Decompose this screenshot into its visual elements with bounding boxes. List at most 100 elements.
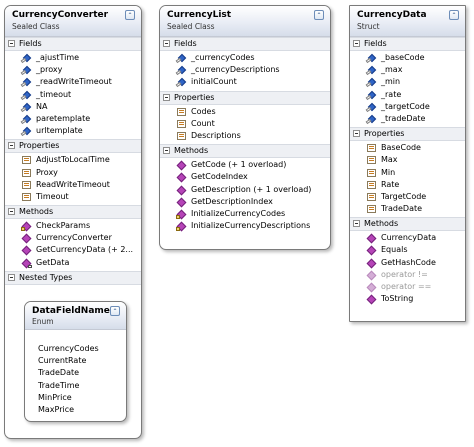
- field-name: urltemplate: [36, 126, 83, 136]
- method-internal-icon: [21, 259, 33, 268]
- minus-box-icon[interactable]: [8, 208, 15, 216]
- field-name: NA: [36, 101, 48, 111]
- field-item[interactable]: urltemplate: [5, 125, 141, 137]
- field-item[interactable]: NA: [5, 101, 141, 113]
- field-lock-icon: [21, 103, 33, 112]
- field-item[interactable]: _ajustTime: [5, 52, 141, 64]
- field-item[interactable]: _rate: [350, 89, 465, 101]
- method-item[interactable]: CheckParams: [5, 220, 141, 232]
- minus-box-icon[interactable]: [163, 93, 170, 101]
- section-fields[interactable]: Fields: [160, 37, 330, 51]
- property-item[interactable]: Max: [350, 154, 465, 166]
- method-item[interactable]: GetCode (+ 1 overload): [160, 159, 330, 171]
- method-item[interactable]: GetCodeIndex: [160, 171, 330, 183]
- field-item[interactable]: _min: [350, 76, 465, 88]
- method-item[interactable]: GetHashCode: [350, 257, 465, 269]
- field-item[interactable]: _timeout: [5, 89, 141, 101]
- section-methods[interactable]: Methods: [5, 205, 141, 220]
- field-item[interactable]: _readWriteTimeout: [5, 76, 141, 88]
- field-item[interactable]: _targetCode: [350, 101, 465, 113]
- enum-value[interactable]: MinPrice: [25, 392, 126, 404]
- method-private-icon: [21, 222, 33, 232]
- property-item[interactable]: TargetCode: [350, 191, 465, 203]
- method-private-icon: [176, 222, 188, 232]
- method-item-operator[interactable]: operator ==: [350, 281, 465, 293]
- method-icon: [176, 161, 188, 170]
- property-item[interactable]: ReadWriteTimeout: [5, 179, 141, 191]
- method-item[interactable]: CurrencyConverter: [5, 232, 141, 244]
- method-item[interactable]: GetDescriptionIndex: [160, 196, 330, 208]
- property-icon: [366, 144, 378, 153]
- section-properties[interactable]: Properties: [350, 127, 465, 142]
- field-item[interactable]: _max: [350, 64, 465, 76]
- collapse-double-chevron-icon[interactable]: ⌃: [314, 10, 324, 20]
- field-item[interactable]: _tradeDate: [350, 113, 465, 125]
- minus-box-icon[interactable]: [8, 273, 15, 281]
- method-item[interactable]: GetDescription (+ 1 overload): [160, 184, 330, 196]
- enum-value[interactable]: TradeTime: [25, 380, 126, 392]
- enum-value[interactable]: TradeDate: [25, 367, 126, 379]
- method-item[interactable]: GetData: [5, 257, 141, 269]
- enum-value[interactable]: CurrencyCodes: [25, 343, 126, 355]
- method-item[interactable]: ToString: [350, 293, 465, 305]
- field-item[interactable]: paretemplate: [5, 113, 141, 125]
- method-item[interactable]: GetCurrencyData (+ 2...: [5, 244, 141, 256]
- method-item[interactable]: CurrencyData: [350, 232, 465, 244]
- section-nested-types[interactable]: Nested Types: [5, 270, 141, 285]
- field-lock-icon: [21, 115, 33, 124]
- enum-header[interactable]: DataFieldNames Enum ⌃: [25, 302, 126, 330]
- property-item[interactable]: Codes: [160, 106, 330, 118]
- method-item[interactable]: InitializeCurrencyDescriptions: [160, 220, 330, 232]
- method-operator-icon: [366, 271, 378, 280]
- property-item[interactable]: Rate: [350, 179, 465, 191]
- section-methods[interactable]: Methods: [350, 217, 465, 232]
- minus-box-icon[interactable]: [353, 40, 360, 47]
- method-item-operator[interactable]: operator !=: [350, 269, 465, 281]
- minus-box-icon[interactable]: [163, 40, 170, 47]
- field-name: _currencyDescriptions: [191, 65, 280, 75]
- struct-header[interactable]: CurrencyData Struct ⌃: [350, 6, 465, 37]
- minus-box-icon[interactable]: [353, 130, 360, 138]
- field-item[interactable]: _currencyDescriptions: [160, 64, 330, 76]
- field-name: _min: [381, 77, 401, 87]
- section-properties[interactable]: Properties: [160, 90, 330, 105]
- property-item[interactable]: Min: [350, 167, 465, 179]
- field-name: _timeout: [36, 89, 72, 99]
- method-name: CurrencyData: [381, 233, 437, 243]
- minus-box-icon[interactable]: [8, 40, 15, 47]
- property-item[interactable]: TradeDate: [350, 203, 465, 215]
- section-properties[interactable]: Properties: [5, 139, 141, 154]
- section-label: Methods: [174, 146, 209, 156]
- property-item[interactable]: Proxy: [5, 167, 141, 179]
- struct-currency-data[interactable]: CurrencyData Struct ⌃ Fields _baseCode _…: [349, 5, 466, 322]
- property-item[interactable]: Timeout: [5, 191, 141, 203]
- enum-data-field-names[interactable]: DataFieldNames Enum ⌃ CurrencyCodes Curr…: [24, 301, 127, 422]
- field-name: _ajustTime: [36, 53, 80, 62]
- property-item[interactable]: BaseCode: [350, 142, 465, 154]
- enum-value[interactable]: CurrentRate: [25, 355, 126, 367]
- class-currency-list[interactable]: CurrencyList Sealed Class ⌃ Fields _curr…: [159, 5, 331, 250]
- property-item[interactable]: Descriptions: [160, 130, 330, 142]
- method-item[interactable]: Equals: [350, 244, 465, 256]
- class-header[interactable]: CurrencyList Sealed Class ⌃: [160, 6, 330, 37]
- section-methods[interactable]: Methods: [160, 144, 330, 159]
- property-item[interactable]: AdjustToLocalTime: [5, 154, 141, 166]
- field-item[interactable]: _baseCode: [350, 52, 465, 64]
- field-item[interactable]: _currencyCodes: [160, 52, 330, 64]
- field-item[interactable]: _proxy: [5, 64, 141, 76]
- collapse-double-chevron-icon[interactable]: ⌃: [110, 306, 120, 316]
- minus-box-icon[interactable]: [8, 142, 15, 150]
- enum-value[interactable]: MaxPrice: [25, 404, 126, 416]
- collapse-double-chevron-icon[interactable]: ⌃: [449, 10, 459, 20]
- property-icon: [21, 156, 33, 165]
- collapse-double-chevron-icon[interactable]: ⌃: [125, 10, 135, 20]
- method-item[interactable]: InitializeCurrencyCodes: [160, 208, 330, 220]
- property-item[interactable]: Count: [160, 118, 330, 130]
- minus-box-icon[interactable]: [353, 220, 360, 228]
- section-label: Fields: [19, 39, 42, 48]
- section-fields[interactable]: Fields: [350, 37, 465, 51]
- field-item[interactable]: initialCount: [160, 76, 330, 88]
- class-header[interactable]: CurrencyConverter Sealed Class ⌃: [5, 6, 141, 37]
- minus-box-icon[interactable]: [163, 147, 170, 155]
- section-fields[interactable]: Fields: [5, 37, 141, 51]
